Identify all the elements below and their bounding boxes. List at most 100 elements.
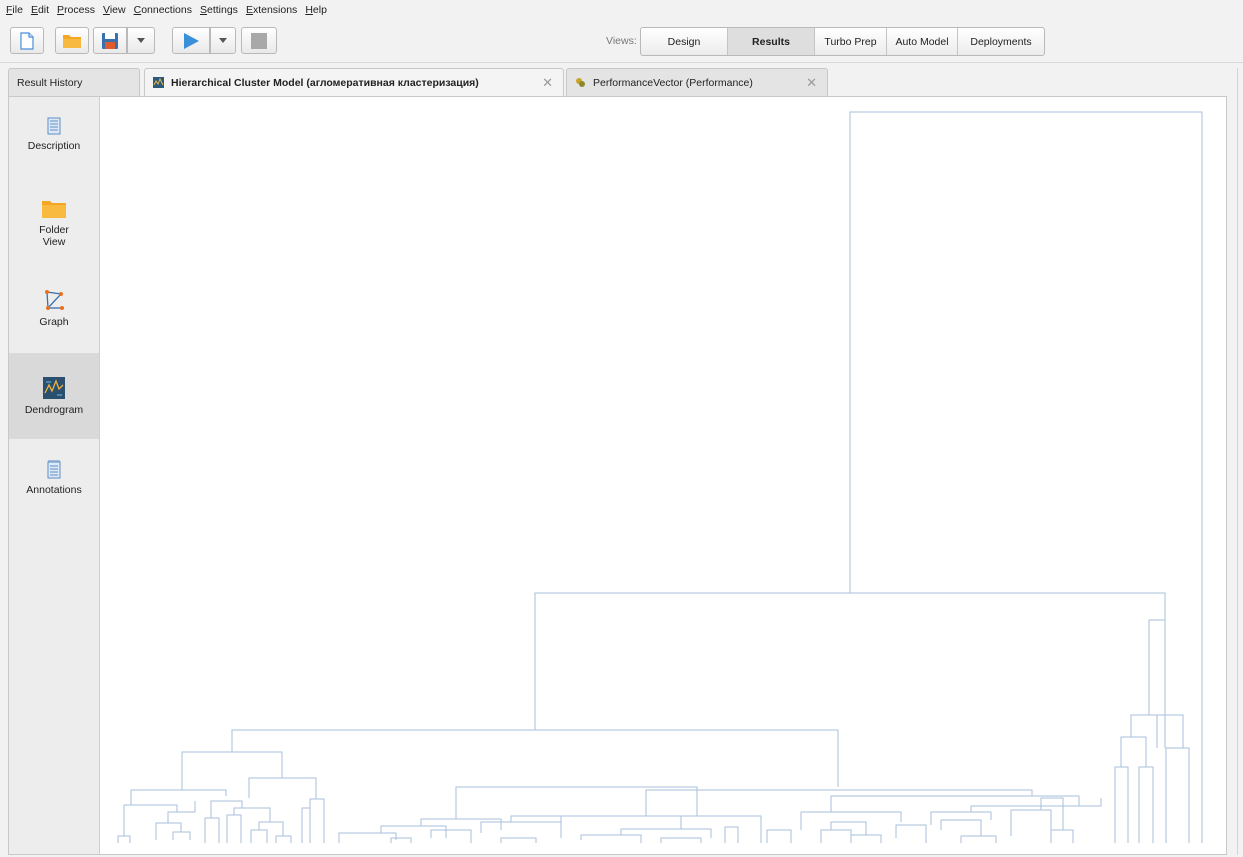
tab-label: Hierarchical Cluster Model (агломеративн… [171, 76, 479, 89]
dendrogram-link-17 [248, 777, 317, 799]
dendrogram-link-27 [480, 821, 562, 838]
save-button[interactable] [93, 27, 127, 54]
dendrogram-link-43 [895, 824, 927, 843]
close-icon[interactable]: ✕ [542, 75, 553, 91]
description-icon [47, 117, 61, 135]
dendrogram-link-23 [338, 832, 397, 843]
dendrogram-link-46 [1040, 797, 1064, 830]
sidebar-item-label: Description [27, 140, 81, 152]
open-process-button[interactable] [55, 27, 89, 54]
dendrogram-link-45 [960, 835, 997, 843]
dendrogram-link-51 [1120, 736, 1147, 767]
menu-settings[interactable]: Settings [200, 4, 238, 16]
dendrogram-link-1 [849, 111, 1203, 843]
dendrogram-link-50 [1130, 714, 1166, 748]
run-dropdown-button[interactable] [210, 27, 236, 54]
stop-button[interactable] [241, 27, 277, 54]
dendrogram-link-18 [301, 807, 311, 843]
save-dropdown-button[interactable] [127, 27, 155, 54]
dendrogram-link-24 [390, 837, 412, 843]
view-tab-turbo-prep[interactable]: Turbo Prep [815, 28, 887, 55]
views-label: Views: [606, 35, 637, 47]
open-folder-icon [63, 34, 81, 48]
menu-help[interactable]: Help [305, 4, 327, 16]
tab-performance-vector[interactable]: PerformanceVector (Performance) ✕ [566, 68, 828, 96]
sidebar-item-label: Annotations [26, 484, 82, 496]
new-process-button[interactable] [10, 27, 44, 54]
menu-view[interactable]: View [103, 4, 126, 16]
dendrogram-link-13 [226, 814, 242, 843]
dendrogram-icon [43, 376, 65, 399]
dendrogram-link-29 [620, 828, 712, 838]
dendrogram-link-36 [800, 811, 902, 830]
save-icon [102, 32, 118, 49]
run-button[interactable] [172, 27, 210, 54]
result-panel: Description Folder View Graph Dendrogram… [8, 96, 1227, 855]
menu-process[interactable]: Process [57, 4, 95, 16]
dendrogram-link-53 [1138, 766, 1154, 843]
tab-hierarchical-cluster-model[interactable]: Hierarchical Cluster Model (агломеративн… [144, 68, 564, 96]
view-tab-design[interactable]: Design [641, 28, 728, 55]
close-icon[interactable]: ✕ [806, 75, 817, 91]
dendrogram-link-25 [430, 829, 472, 843]
menu-extensions[interactable]: Extensions [246, 4, 297, 16]
dropdown-arrow-icon [137, 38, 145, 43]
view-tab-deployments[interactable]: Deployments [958, 28, 1044, 55]
dendrogram-link-6 [117, 835, 131, 843]
toolbar: Views: Design Results Turbo Prep Auto Mo… [0, 22, 1243, 62]
folder-icon [42, 201, 66, 218]
dendrogram-link-31 [660, 837, 702, 843]
view-tab-results[interactable]: Results [728, 28, 815, 55]
sidebar-item-description[interactable]: Description [9, 117, 99, 177]
view-sidebar: Description Folder View Graph Dendrogram… [9, 97, 100, 854]
dendrogram-link-40 [850, 834, 882, 843]
graph-icon [45, 290, 64, 310]
tab-label: Result History [17, 76, 83, 89]
dendrogram-link-21 [420, 818, 502, 830]
dendrogram-link-48 [1050, 829, 1074, 843]
dendrogram-link-20 [455, 786, 698, 819]
dendrogram-link-16 [275, 835, 292, 843]
dendrogram-link-42 [930, 811, 992, 825]
dendrogram-link-0 [534, 592, 1166, 730]
menu-connections[interactable]: Connections [134, 4, 192, 16]
view-tab-auto-model[interactable]: Auto Model [887, 28, 958, 55]
toolbar-separator [0, 62, 1243, 63]
sidebar-item-graph[interactable]: Graph [9, 289, 99, 349]
dendrogram-link-30 [580, 834, 642, 843]
run-play-icon [184, 32, 199, 49]
new-process-icon [20, 31, 34, 50]
dendrogram-link-32 [724, 826, 739, 843]
tab-label: PerformanceVector (Performance) [593, 76, 753, 89]
dendrogram-link-47 [1010, 809, 1052, 843]
right-scroll-edge [1237, 68, 1238, 855]
dendrogram-link-54 [1156, 714, 1184, 748]
dendrogram-link-15 [250, 829, 268, 843]
dendrogram-plot [99, 97, 1226, 854]
dendrogram-link-3 [181, 751, 283, 790]
dendrogram-link-49 [1148, 619, 1166, 715]
sidebar-item-dendrogram[interactable]: Dendrogram [9, 353, 99, 439]
dendrogram-link-28 [500, 837, 537, 843]
dendrogram-link-22 [380, 825, 447, 838]
dendrogram-link-38 [830, 821, 867, 835]
dendrogram-link-39 [820, 829, 852, 843]
dendrogram-svg [117, 111, 1203, 843]
performance-icon [576, 78, 585, 87]
dendrogram-link-11 [204, 817, 220, 843]
stop-icon [251, 32, 267, 49]
sidebar-item-annotations[interactable]: Annotations [9, 459, 99, 519]
sidebar-item-label: Dendrogram [24, 403, 84, 416]
dendrogram-link-9 [172, 831, 191, 840]
dendrogram-link-2 [231, 729, 839, 787]
sidebar-item-label: Folder View [39, 224, 69, 248]
tab-result-history[interactable]: Result History [8, 68, 140, 96]
menu-file[interactable]: File [6, 4, 23, 16]
menu-edit[interactable]: Edit [31, 4, 49, 16]
dendrogram-link-19 [309, 798, 325, 843]
sidebar-item-folder-view[interactable]: Folder View [9, 199, 99, 265]
dendrogram-link-37 [766, 829, 792, 843]
dendrogram-link-14 [258, 821, 284, 836]
dendrogram-link-52 [1114, 766, 1129, 843]
menu-bar: File Edit Process View Connections Setti… [0, 0, 1243, 20]
